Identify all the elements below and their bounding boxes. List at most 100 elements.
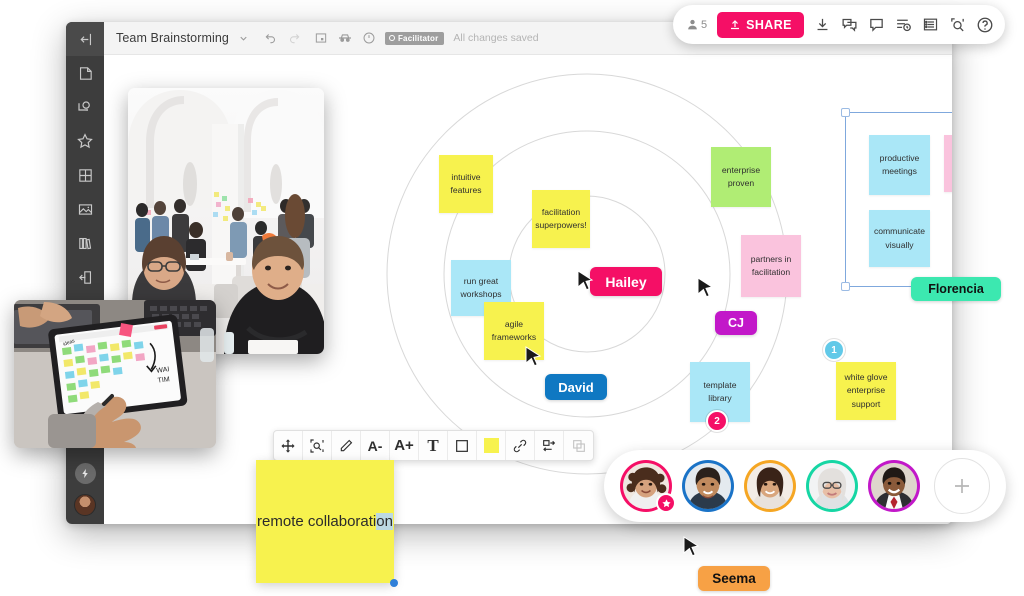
note-text: intuitive features xyxy=(450,171,482,195)
note-resize-handle[interactable] xyxy=(390,579,398,587)
avatar xyxy=(871,463,917,509)
cursor-pointer-cj xyxy=(697,277,715,304)
avatar xyxy=(809,463,855,509)
link-tool[interactable] xyxy=(506,431,535,460)
cursor-label-seema[interactable]: Seema xyxy=(698,566,770,591)
participant-3[interactable] xyxy=(744,460,796,512)
note-facilitation-superpowers[interactable]: facilitation superpowers! xyxy=(532,190,590,248)
note-text: partners in facilitation xyxy=(750,253,792,277)
cursor-icon xyxy=(525,346,542,367)
redo-icon[interactable] xyxy=(287,31,301,45)
align-tool[interactable] xyxy=(535,431,564,460)
download-icon[interactable] xyxy=(814,16,831,33)
participants-bar xyxy=(604,450,1006,522)
note-text: run great workshops xyxy=(460,275,502,299)
share-button[interactable]: SHARE xyxy=(717,11,804,38)
save-status: All changes saved xyxy=(453,32,539,44)
selection-handle-tl[interactable] xyxy=(841,108,850,117)
zoom-tool[interactable] xyxy=(303,431,332,460)
participant-5[interactable] xyxy=(868,460,920,512)
undo-icon[interactable] xyxy=(264,31,278,45)
color-swatch-tool[interactable] xyxy=(477,431,506,460)
add-participant-button[interactable] xyxy=(934,458,990,514)
cursor-label-text: Hailey xyxy=(605,273,647,290)
sidebar-item-grid[interactable] xyxy=(66,158,104,192)
page-title[interactable]: Team Brainstorming xyxy=(116,31,229,45)
duplicate-icon xyxy=(572,439,585,452)
avatar-photo xyxy=(809,463,855,509)
note-make-work-fun[interactable]: make work fun 🎉 xyxy=(944,135,952,192)
grid-icon xyxy=(78,168,92,182)
frame-icon[interactable] xyxy=(314,31,328,45)
viewer-count[interactable]: 5 xyxy=(686,18,707,31)
move-tool[interactable] xyxy=(274,431,303,460)
sidebar-item-shapes[interactable] xyxy=(66,90,104,124)
note-enterprise-proven[interactable]: enterprise proven xyxy=(711,147,771,207)
sidebar-item-image[interactable] xyxy=(66,192,104,226)
chevron-down-icon[interactable] xyxy=(238,33,249,44)
note-text: facilitation superpowers! xyxy=(535,206,587,230)
participant-1[interactable] xyxy=(620,460,676,513)
square-icon xyxy=(456,439,468,452)
increase-font-tool[interactable]: A+ xyxy=(390,431,419,460)
video-tile-tablet-hands[interactable]: WAI TIM ideas xyxy=(14,300,216,448)
sidebar-item-sticky-note[interactable] xyxy=(66,56,104,90)
sidebar-item-import[interactable] xyxy=(66,260,104,294)
help-icon[interactable] xyxy=(976,16,994,34)
cursor-label-cj[interactable]: CJ xyxy=(715,311,757,335)
note-text-editable[interactable]: remote collaboration xyxy=(257,510,393,534)
note-productive-meetings[interactable]: productive meetings xyxy=(869,135,930,195)
note-text-prefix: remote collaborati xyxy=(257,512,377,530)
format-toolbar: A- A+ T xyxy=(273,430,594,461)
cursor-pointer-david xyxy=(525,346,543,373)
decrease-font-tool[interactable]: A- xyxy=(361,431,390,460)
search-icon[interactable] xyxy=(949,16,966,33)
text-tool-label: T xyxy=(427,435,439,455)
host-star-badge xyxy=(656,493,676,513)
chat-bubbles-icon[interactable] xyxy=(841,16,858,33)
note-partners-in-facilitation[interactable]: partners in facilitation xyxy=(741,235,801,297)
duplicate-tool[interactable] xyxy=(564,431,593,460)
avatar-photo xyxy=(747,463,793,509)
sidebar-item-star[interactable] xyxy=(66,124,104,158)
badge-value: 2 xyxy=(714,415,720,427)
cursor-label-florencia[interactable]: Florencia xyxy=(911,277,1001,301)
move-icon xyxy=(281,438,295,453)
cursor-label-david[interactable]: David xyxy=(545,374,607,400)
badge-value: 1 xyxy=(831,344,837,356)
comment-icon[interactable] xyxy=(868,16,885,33)
viewer-count-value: 5 xyxy=(701,18,708,31)
avatar-photo xyxy=(871,463,917,509)
badge-template-library-count[interactable]: 2 xyxy=(706,410,728,432)
note-white-glove-support[interactable]: white glove enterprise support xyxy=(836,362,896,420)
sidebar-item-library[interactable] xyxy=(66,226,104,260)
cursor-label-text: CJ xyxy=(728,316,744,330)
selection-handle-bl[interactable] xyxy=(841,282,850,291)
pen-tool[interactable] xyxy=(332,431,361,460)
anonymous-mode-icon[interactable] xyxy=(337,30,353,46)
cursor-label-text: Seema xyxy=(712,571,756,586)
upload-icon xyxy=(731,19,740,29)
pen-icon xyxy=(340,439,353,451)
collapse-panel-icon xyxy=(79,33,91,45)
cursor-label-text: Florencia xyxy=(928,282,984,296)
sidebar-item-collapse-panel[interactable] xyxy=(66,22,104,56)
badge-white-glove-count[interactable]: 1 xyxy=(823,339,845,361)
agenda-list-icon[interactable] xyxy=(922,16,939,33)
tablet-hands-photo: WAI TIM ideas xyxy=(14,300,216,448)
text-tool[interactable]: T xyxy=(419,431,448,460)
lightning-icon[interactable] xyxy=(74,463,96,484)
shape-tool[interactable] xyxy=(448,431,477,460)
cursor-label-hailey[interactable]: Hailey xyxy=(590,267,662,296)
activity-history-icon[interactable] xyxy=(895,16,912,33)
note-text: enterprise proven xyxy=(721,164,761,188)
user-avatar[interactable] xyxy=(74,494,96,516)
participant-2[interactable] xyxy=(682,460,734,512)
note-remote-collaboration[interactable]: remote collaboration xyxy=(256,460,398,587)
timer-icon[interactable] xyxy=(362,31,376,45)
note-intuitive-features[interactable]: intuitive features xyxy=(439,155,493,213)
plus-icon xyxy=(955,479,969,493)
note-communicate-visually[interactable]: communicate visually xyxy=(869,210,930,267)
import-icon xyxy=(78,270,91,284)
participant-4[interactable] xyxy=(806,460,858,512)
